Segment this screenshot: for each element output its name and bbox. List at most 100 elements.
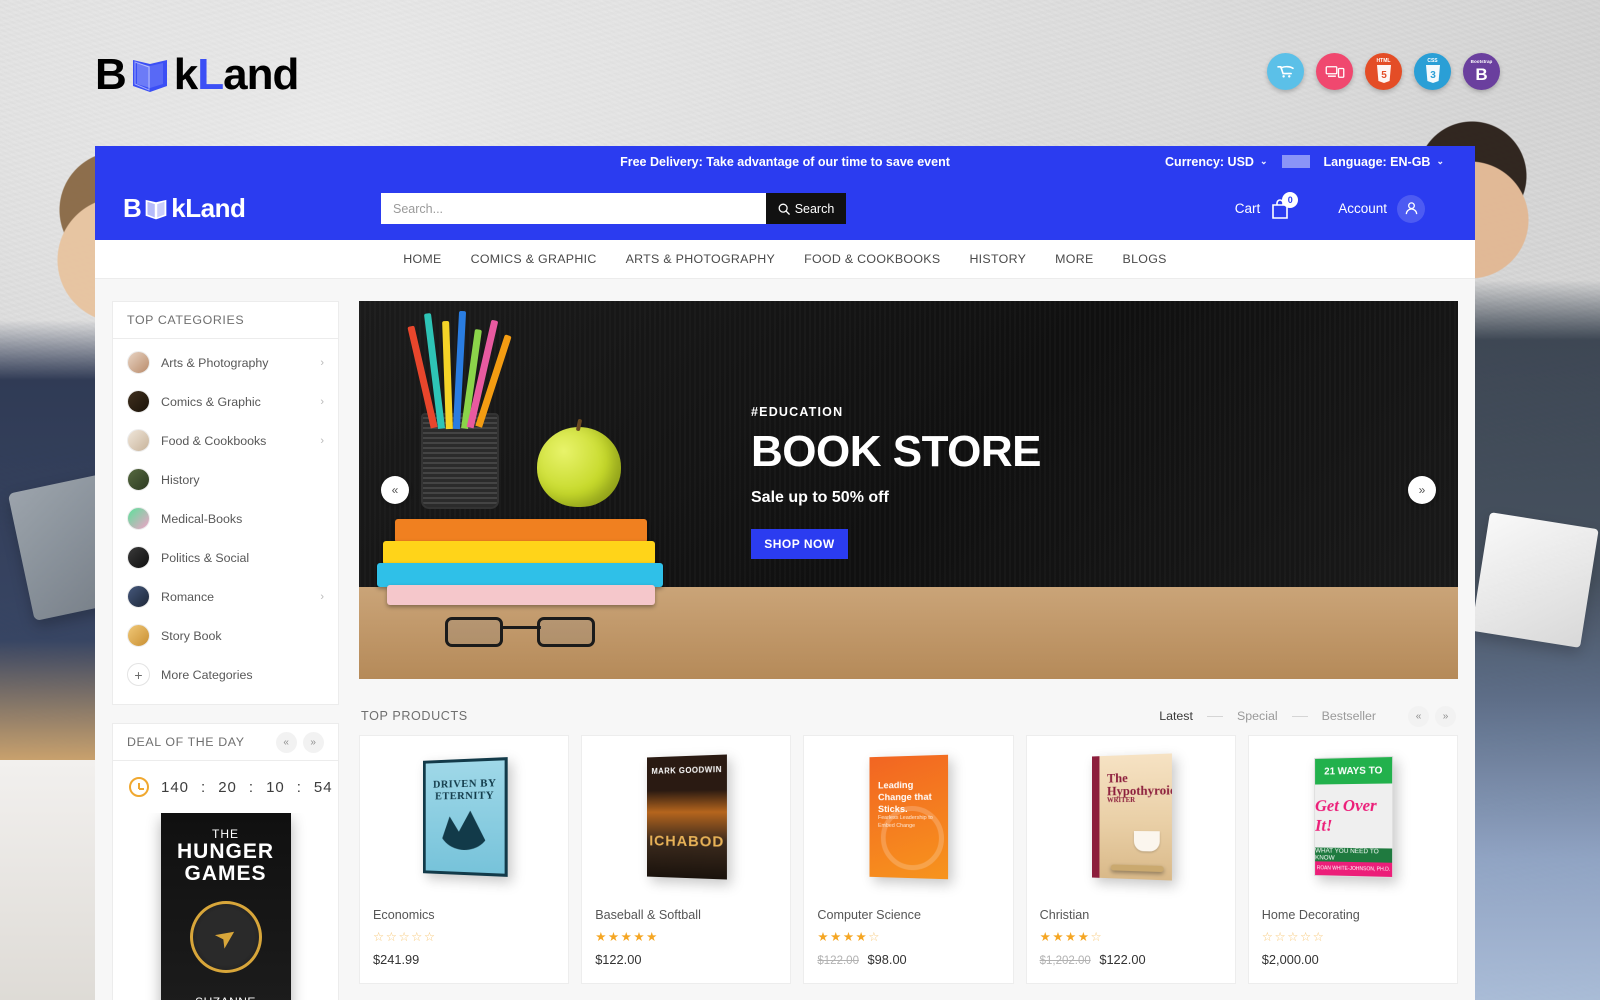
announcement-bar: Free Delivery: Take advantage of our tim… [95,146,1475,177]
product-card[interactable]: MARK GOODWIN ICHABOD Baseball & Softball… [581,735,792,984]
tab-special[interactable]: Special [1237,709,1278,723]
product-name[interactable]: Economics [373,908,555,922]
product-price: $1,202.00 $122.00 [1040,952,1222,967]
store-container: Free Delivery: Take advantage of our tim… [95,146,1475,1000]
deal-prev-button[interactable]: « [276,731,297,753]
sidebar-item-comics-graphic[interactable]: Comics & Graphic › [113,382,338,421]
cart-button[interactable]: Cart 0 [1234,191,1299,220]
sidebar-item-arts-photography[interactable]: Arts & Photography › [113,343,338,382]
tab-latest[interactable]: Latest [1159,709,1193,723]
open-book-icon [127,52,173,98]
main-navigation: HOME COMICS & GRAPHIC ARTS & PHOTOGRAPHY… [95,240,1475,279]
sidebar-item-medical-books[interactable]: Medical-Books [113,499,338,538]
cover-author: MARK GOODWIN [651,764,723,776]
cover-title: DRIVEN BY ETERNITY [433,777,497,803]
sidebar-item-romance[interactable]: Romance › [113,577,338,616]
language-selector[interactable]: Language: EN-GB ⌄ [1310,155,1459,169]
store-logo[interactable]: B k L and [123,193,381,224]
responsive-icon[interactable] [1316,53,1353,90]
book-cyan [377,563,663,587]
product-image[interactable]: The Hypothyroid WRITER [1026,736,1235,898]
deal-author-line1: SUZANNE [195,995,256,1000]
product-name[interactable]: Christian [1040,908,1222,922]
sidebar-item-history[interactable]: History [113,460,338,499]
tab-bestseller[interactable]: Bestseller [1322,709,1376,723]
product-name[interactable]: Computer Science [817,908,999,922]
product-rating: ★★★★☆ [817,930,881,944]
product-name[interactable]: Home Decorating [1262,908,1444,922]
deal-product-image[interactable]: THE HUNGER GAMES SUZANNE COLLINS [131,813,320,1000]
product-price-current: $2,000.00 [1261,952,1319,967]
currency-selector[interactable]: Currency: USD ⌄ [1151,155,1281,169]
nav-item-comics-graphic[interactable]: COMICS & GRAPHIC [471,252,597,266]
deal-next-button[interactable]: » [303,731,324,753]
countdown-minutes: 10 [266,778,285,796]
page-logo-l: L [197,50,224,99]
product-rating: ☆☆☆☆☆ [1261,930,1326,944]
html5-icon[interactable]: HTML 5 [1365,53,1402,90]
product-tabs: Latest Special Bestseller « » [1159,705,1456,727]
chevron-right-icon: › [320,434,324,447]
css3-icon[interactable]: CSS 3 [1414,53,1451,90]
main-column: #EDUCATION BOOK STORE Sale up to 50% off… [359,301,1458,1000]
open-book-icon [142,195,170,223]
category-list: Arts & Photography › Comics & Graphic › … [113,339,338,704]
nav-item-history[interactable]: HISTORY [969,252,1026,266]
products-next-button[interactable]: » [1435,705,1456,727]
page-logo-k: k [173,50,199,99]
cover-artwork-books [1110,864,1164,873]
hero-next-button[interactable]: » [1408,476,1436,504]
hero-subtitle: Sale up to 50% off [751,489,889,506]
sidebar-item-politics-social[interactable]: Politics & Social [113,538,338,577]
hero-tag: #EDUCATION [751,405,844,419]
pencils [407,310,512,430]
search-button[interactable]: Search [766,193,846,224]
products-prev-button[interactable]: « [1408,705,1429,727]
sidebar-item-food-cookbooks[interactable]: Food & Cookbooks › [113,421,338,460]
product-price: $2,000.00 [1262,952,1444,967]
nav-item-arts-photography[interactable]: ARTS & PHOTOGRAPHY [626,252,776,266]
category-thumbnail [127,507,150,530]
cart-label: Cart [1234,201,1261,216]
nav-item-blogs[interactable]: BLOGS [1123,252,1167,266]
cover-title: Leading Change that Sticks. [878,779,933,815]
search-button-label: Search [794,201,835,216]
bootstrap-icon[interactable]: Bootstrap B [1463,53,1500,90]
cover-author: ROAN WHITE-JOHNSON, PH.D. [1314,861,1393,877]
product-card[interactable]: Leading Change that Sticks. Fearless Lea… [803,735,1014,984]
sidebar-item-more-categories[interactable]: + More Categories [113,655,338,694]
chevron-right-icon: › [320,356,324,369]
plus-icon: + [127,663,150,686]
product-image[interactable]: 21 WAYS TO Get Over It! WHAT YOU NEED TO… [1248,736,1457,898]
product-name[interactable]: Baseball & Softball [595,908,777,922]
deal-of-the-day-panel: DEAL OF THE DAY « » 140 : 20 : 10 : 54 T… [112,723,339,1000]
apple [537,427,621,507]
nav-item-home[interactable]: HOME [403,252,441,266]
sidebar-item-story-book[interactable]: Story Book [113,616,338,655]
product-price-old: $1,202.00 [1039,955,1091,967]
hero-prev-button[interactable]: « [381,476,409,504]
search-input[interactable] [381,193,766,224]
nav-item-food-cookbooks[interactable]: FOOD & COOKBOOKS [804,252,940,266]
opencart-icon[interactable] [1267,53,1304,90]
product-image[interactable]: DRIVEN BY ETERNITY [360,736,569,898]
book-orange [395,519,647,543]
nav-item-more[interactable]: MORE [1055,252,1093,266]
svg-text:3: 3 [1430,70,1436,81]
product-image[interactable]: MARK GOODWIN ICHABOD [582,736,791,898]
chevron-right-icon: › [320,395,324,408]
book-stack [377,519,677,605]
language-label: Language: EN-GB [1323,154,1431,169]
products-title: TOP PRODUCTS [361,709,468,723]
page-logo[interactable]: B k L and [95,50,299,100]
product-card[interactable]: The Hypothyroid WRITER Christian ★★★★☆ $… [1025,735,1236,984]
store-header: B k L and Search Cart [95,177,1475,240]
deal-title-line2: GAMES [184,862,267,886]
product-card[interactable]: DRIVEN BY ETERNITY Economics ☆☆☆☆☆ $241.… [359,735,570,984]
account-button[interactable]: Account [1338,194,1425,223]
product-card[interactable]: 21 WAYS TO Get Over It! WHAT YOU NEED TO… [1247,735,1458,984]
store-logo-l: L [185,193,201,223]
shop-now-button[interactable]: SHOP NOW [751,529,848,559]
product-image[interactable]: Leading Change that Sticks. Fearless Lea… [804,736,1013,898]
category-thumbnail [127,351,150,374]
